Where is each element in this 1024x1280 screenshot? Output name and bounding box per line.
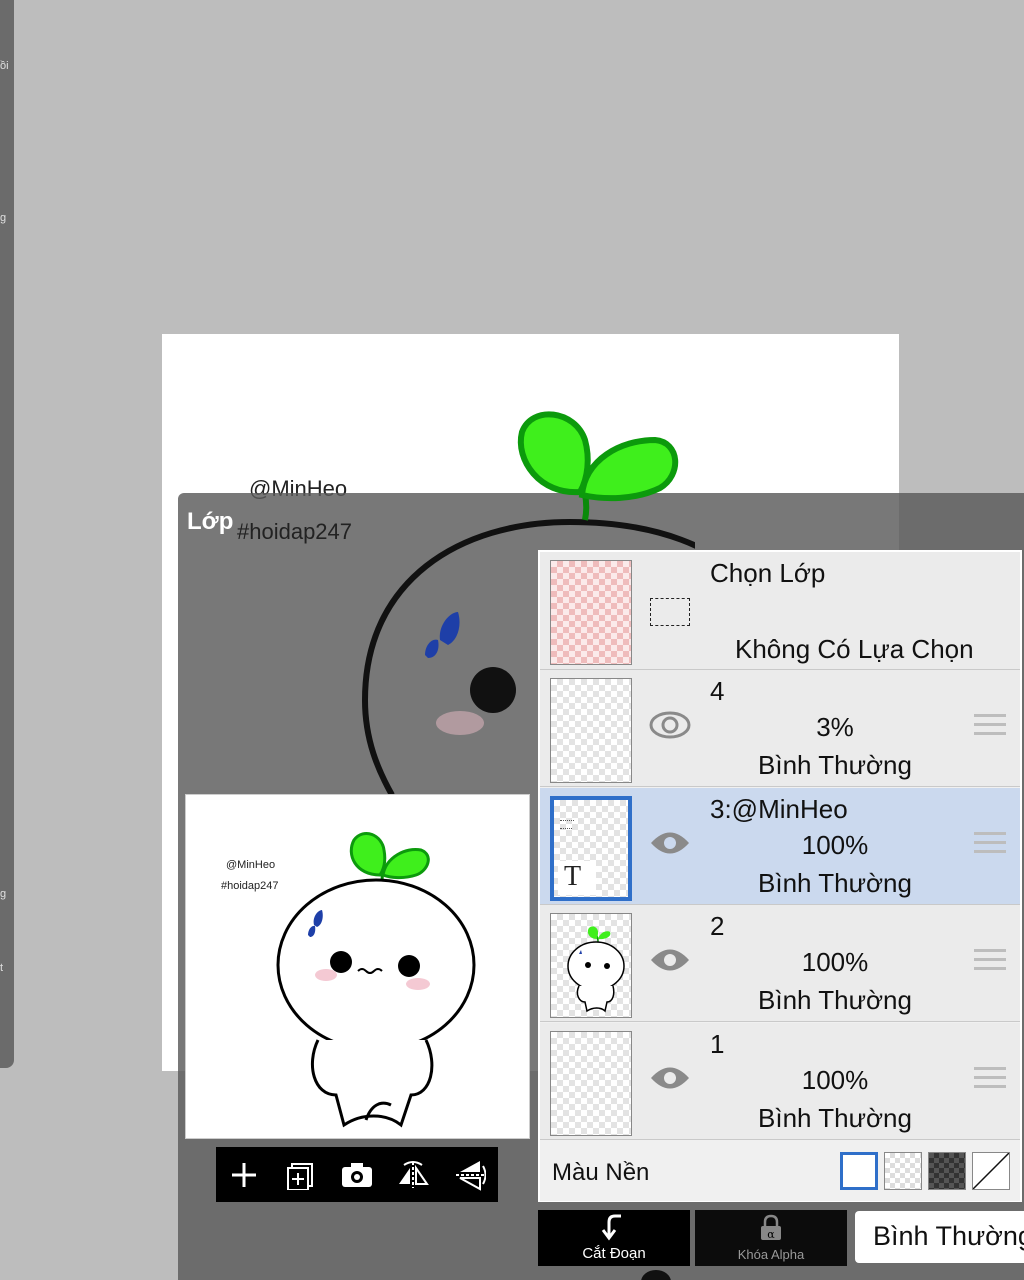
- flip-vertical-icon[interactable]: [450, 1155, 490, 1195]
- layer-blend-mode: Bình Thường: [758, 868, 912, 898]
- layer-name: 4: [710, 676, 725, 706]
- add-layer-icon[interactable]: [224, 1155, 264, 1195]
- strip-fragment: t: [0, 962, 4, 974]
- background-white-swatch[interactable]: [840, 1152, 878, 1190]
- clipping-button[interactable]: Cắt Đoạn: [538, 1210, 690, 1266]
- layer-name: 1: [710, 1029, 725, 1059]
- clipping-arrow-icon: [601, 1214, 621, 1241]
- layer-row[interactable]: 1 100% Bình Thường: [540, 1023, 1020, 1140]
- selection-status: Không Có Lựa Chọn: [735, 634, 974, 664]
- drag-handle-icon[interactable]: [974, 832, 1006, 858]
- layer-row[interactable]: 2 100% Bình Thường: [540, 905, 1020, 1022]
- background-none-swatch[interactable]: [972, 1152, 1010, 1190]
- scroll-handle-icon[interactable]: [640, 1268, 672, 1280]
- alpha-lock-label: Khóa Alpha: [737, 1247, 805, 1262]
- text-layer-icon: T: [558, 861, 596, 895]
- layer-thumbnail: [550, 913, 632, 1018]
- eye-icon[interactable]: [648, 943, 692, 977]
- selection-layer-row[interactable]: Chọn Lớp Không Có Lựa Chọn: [540, 552, 1020, 670]
- eye-icon[interactable]: [648, 826, 692, 860]
- layer-opacity: 100%: [801, 947, 869, 977]
- layer-thumbnail: [550, 1031, 632, 1136]
- canvas-watermark-line2: #hoidap247: [237, 519, 353, 544]
- layer-blend-mode: Bình Thường: [758, 985, 912, 1015]
- strip-fragment: g: [0, 888, 7, 900]
- lock-icon: α: [761, 1214, 781, 1241]
- eye-outline-icon[interactable]: [648, 708, 692, 742]
- blend-mode-dropdown[interactable]: Bình Thường: [855, 1211, 1024, 1263]
- layer-row-selected[interactable]: T 3:@MinHeo 100% Bình Thường: [540, 788, 1020, 905]
- camera-icon[interactable]: [337, 1155, 377, 1195]
- flip-horizontal-icon[interactable]: [393, 1155, 433, 1195]
- preview-character: [276, 832, 476, 1128]
- drag-handle-icon[interactable]: [974, 1067, 1006, 1093]
- drag-handle-icon[interactable]: [974, 949, 1006, 975]
- layer-opacity: 100%: [801, 830, 869, 860]
- background-dark-checker-swatch[interactable]: [928, 1152, 966, 1190]
- selection-thumbnail: [550, 560, 632, 665]
- strip-fragment: ồi: [0, 60, 9, 72]
- layer-opacity: 3%: [816, 712, 854, 742]
- selection-marquee-icon: [650, 598, 690, 626]
- thumb-text-marks: [560, 828, 572, 830]
- layer-blend-mode: Bình Thường: [758, 1103, 912, 1133]
- selection-title: Chọn Lớp: [710, 558, 826, 588]
- drag-handle-icon[interactable]: [974, 714, 1006, 740]
- left-tool-strip[interactable]: ồi g g t: [0, 0, 14, 1068]
- layers-panel: Chọn Lớp Không Có Lựa Chọn 4 3% Bình Thư…: [538, 550, 1022, 1202]
- clipping-label: Cắt Đoạn: [582, 1245, 646, 1262]
- layer-preview: @MinHeo #hoidap247: [185, 794, 530, 1139]
- background-transparent-swatch[interactable]: [884, 1152, 922, 1190]
- add-layer-image-icon[interactable]: [281, 1155, 321, 1195]
- layer-thumbnail: T: [550, 796, 632, 901]
- background-color-label: Màu Nền: [552, 1159, 650, 1186]
- layer-thumbnail: [550, 678, 632, 783]
- layer-name: 2: [710, 911, 725, 941]
- strip-fragment: g: [0, 212, 7, 224]
- layer-toolbar: [216, 1147, 498, 1202]
- thumb-text-marks: [560, 820, 574, 822]
- background-color-row: Màu Nền: [540, 1141, 1020, 1201]
- alpha-lock-button[interactable]: α Khóa Alpha: [695, 1210, 847, 1266]
- eye-icon[interactable]: [648, 1061, 692, 1095]
- layer-dialog-title: Lớp: [187, 508, 234, 535]
- layer-row[interactable]: 4 3% Bình Thường: [540, 670, 1020, 787]
- svg-text:α: α: [767, 1228, 775, 1241]
- layer-opacity: 100%: [801, 1065, 869, 1095]
- character-thumbnail-icon: [567, 926, 625, 1013]
- layer-name: 3:@MinHeo: [710, 794, 848, 824]
- layer-blend-mode: Bình Thường: [758, 750, 912, 780]
